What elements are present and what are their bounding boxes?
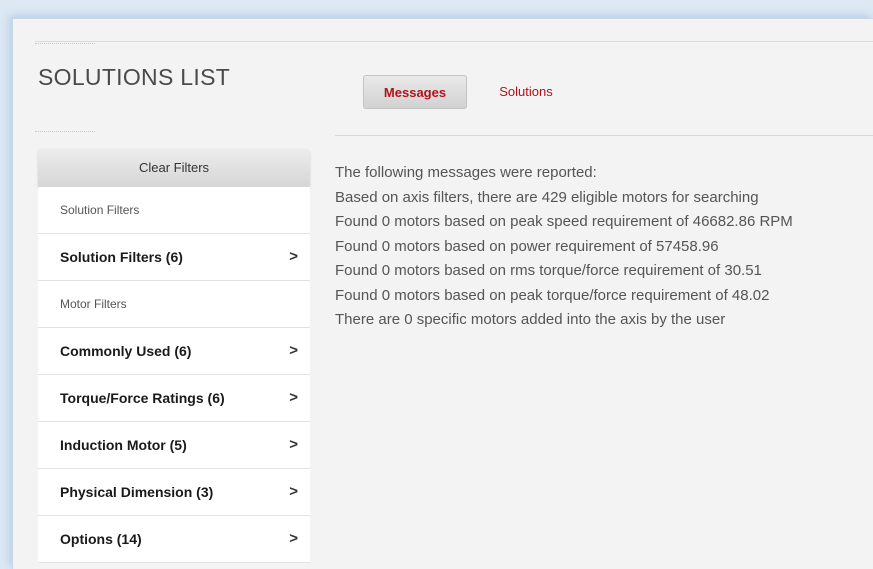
tab-solutions[interactable]: Solutions: [491, 75, 561, 109]
tab-messages[interactable]: Messages: [363, 75, 467, 109]
filter-label: Solution Filters (6): [60, 249, 183, 265]
filter-label: Induction Motor (5): [60, 437, 187, 453]
message-line: There are 0 specific motors added into t…: [335, 311, 726, 328]
filter-torque-force-ratings[interactable]: Torque/Force Ratings (6) >: [38, 375, 310, 422]
message-line: Found 0 motors based on peak speed requi…: [335, 213, 793, 230]
messages-list: The following messages were reported: Ba…: [335, 161, 870, 333]
message-line: The following messages were reported:: [335, 164, 597, 181]
solutions-panel: SOLUTIONS LIST Messages Solutions Clear …: [12, 18, 873, 569]
filter-physical-dimension[interactable]: Physical Dimension (3) >: [38, 469, 310, 516]
filter-sidebar: Clear Filters Solution Filters Solution …: [38, 149, 310, 563]
filter-label: Options (14): [60, 531, 142, 547]
content-divider: [335, 135, 873, 136]
message-line: Found 0 motors based on power requiremen…: [335, 237, 719, 255]
filter-label: Torque/Force Ratings (6): [60, 390, 225, 406]
page-title: SOLUTIONS LIST: [38, 64, 231, 90]
message-line: Based on axis filters, there are 429 eli…: [335, 188, 759, 206]
faint-rule: [35, 131, 95, 132]
section-label-motor-filters: Motor Filters: [38, 281, 310, 328]
message-line: Found 0 motors based on rms torque/force…: [335, 262, 762, 279]
faint-rule: [35, 43, 95, 44]
filter-options[interactable]: Options (14) >: [38, 516, 310, 563]
section-label-solution-filters: Solution Filters: [38, 187, 310, 234]
filter-induction-motor[interactable]: Induction Motor (5) >: [38, 422, 310, 469]
chevron-right-icon: >: [289, 248, 298, 265]
message-line: Found 0 motors based on peak torque/forc…: [335, 286, 770, 304]
chevron-right-icon: >: [289, 389, 298, 406]
chevron-right-icon: >: [289, 483, 298, 500]
filter-label: Physical Dimension (3): [60, 484, 214, 500]
top-divider: [35, 41, 873, 42]
chevron-right-icon: >: [289, 530, 298, 547]
chevron-right-icon: >: [289, 342, 298, 359]
filter-commonly-used[interactable]: Commonly Used (6) >: [38, 328, 310, 375]
chevron-right-icon: >: [289, 436, 298, 453]
filter-solution-filters[interactable]: Solution Filters (6) >: [38, 234, 310, 281]
filter-label: Commonly Used (6): [60, 343, 192, 359]
clear-filters-button[interactable]: Clear Filters: [38, 149, 310, 187]
